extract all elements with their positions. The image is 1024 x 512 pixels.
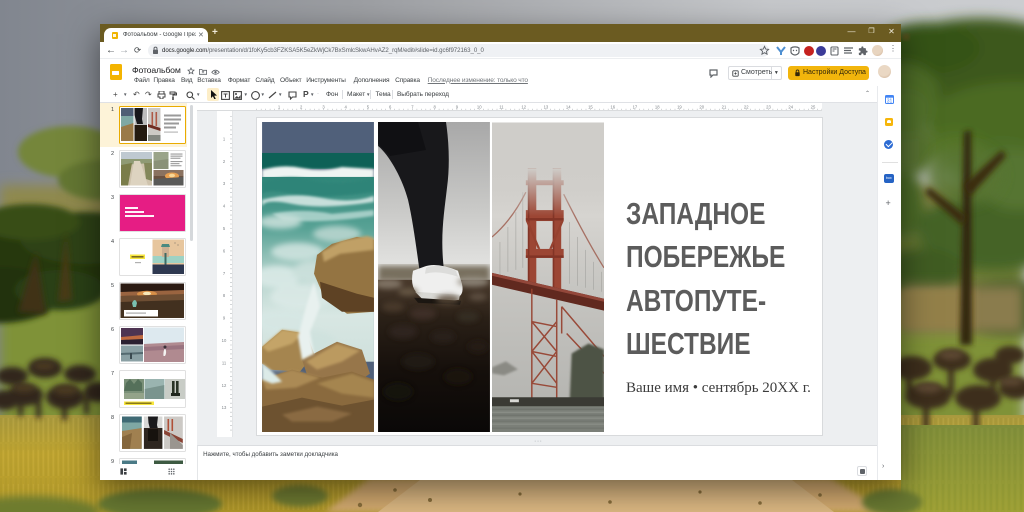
- svg-text:19: 19: [677, 104, 682, 109]
- svg-text:6: 6: [223, 248, 226, 253]
- svg-text:13: 13: [222, 405, 227, 410]
- svg-text:6: 6: [389, 104, 392, 109]
- svg-text:12: 12: [521, 104, 526, 109]
- svg-text:12: 12: [222, 383, 227, 388]
- svg-text:2: 2: [223, 159, 226, 164]
- svg-text:7: 7: [411, 104, 414, 109]
- svg-text:11: 11: [499, 104, 504, 109]
- svg-text:20: 20: [699, 104, 704, 109]
- svg-text:9: 9: [223, 316, 226, 321]
- svg-text:1: 1: [223, 136, 226, 141]
- svg-text:10: 10: [222, 338, 227, 343]
- svg-text:17: 17: [632, 104, 637, 109]
- svg-text:23: 23: [766, 104, 771, 109]
- svg-text:7: 7: [223, 271, 226, 276]
- svg-text:8: 8: [433, 104, 436, 109]
- svg-text:1: 1: [277, 104, 280, 109]
- svg-text:13: 13: [543, 104, 548, 109]
- svg-text:24: 24: [788, 104, 793, 109]
- svg-text:5: 5: [366, 104, 369, 109]
- svg-text:5: 5: [223, 226, 226, 231]
- svg-text:15: 15: [588, 104, 593, 109]
- svg-text:3: 3: [322, 104, 325, 109]
- svg-text:9: 9: [455, 104, 458, 109]
- svg-text:4: 4: [344, 104, 347, 109]
- svg-text:18: 18: [654, 104, 659, 109]
- svg-text:8: 8: [223, 293, 226, 298]
- svg-text:3: 3: [223, 181, 226, 186]
- svg-text:10: 10: [476, 104, 481, 109]
- svg-text:16: 16: [610, 104, 615, 109]
- svg-text:25: 25: [810, 104, 815, 109]
- svg-text:31: 31: [886, 99, 892, 105]
- svg-text:14: 14: [565, 104, 570, 109]
- svg-text:2: 2: [300, 104, 303, 109]
- svg-text:11: 11: [222, 360, 227, 365]
- svg-text:4: 4: [223, 204, 226, 209]
- svg-text:22: 22: [743, 104, 748, 109]
- svg-text:21: 21: [721, 104, 726, 109]
